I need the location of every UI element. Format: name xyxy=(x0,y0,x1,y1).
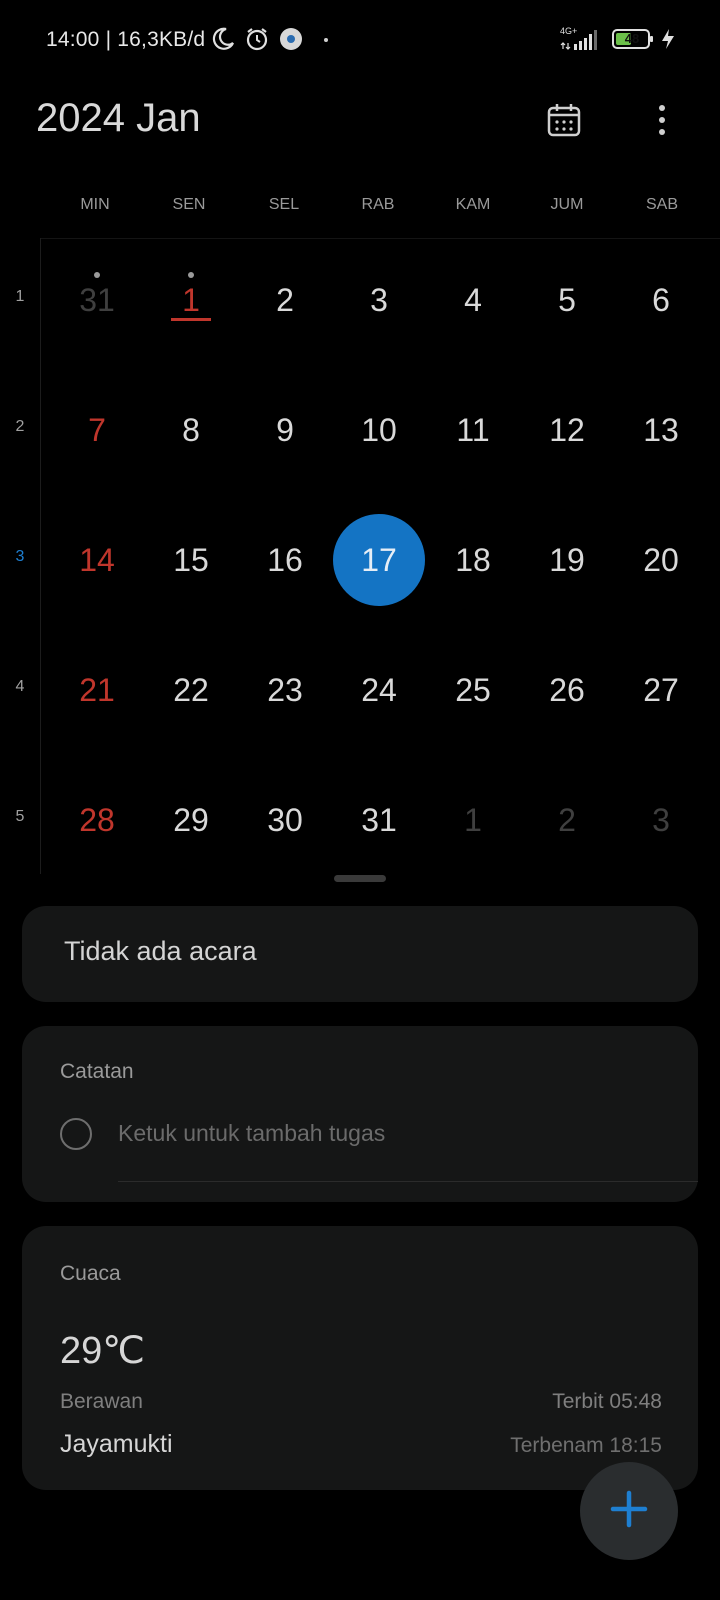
day-cell[interactable]: 12 xyxy=(520,383,614,477)
more-options-button[interactable] xyxy=(640,100,684,144)
day-cell[interactable]: 25 xyxy=(426,643,520,737)
weekday-label: SAB xyxy=(645,196,678,213)
week-number: 1 xyxy=(15,288,25,305)
weekday-label: MIN xyxy=(80,196,110,213)
day-cell[interactable]: 13 xyxy=(614,383,708,477)
day-cell[interactable]: 3 xyxy=(332,253,426,347)
day-cell[interactable]: 16 xyxy=(238,513,332,607)
day-cell-today[interactable]: 1 xyxy=(144,253,238,347)
sunrise-time: Terbit 05:48 xyxy=(552,1390,662,1413)
day-cell[interactable]: 8 xyxy=(144,383,238,477)
day-cell[interactable]: 4 xyxy=(426,253,520,347)
no-events-text: Tidak ada acara xyxy=(64,936,257,966)
dot-icon xyxy=(324,38,328,42)
day-cell[interactable]: 18 xyxy=(426,513,520,607)
day-cell[interactable]: 2 xyxy=(238,253,332,347)
status-time: 14:00 | 16,3KB/d xyxy=(46,28,206,51)
weekday-label: SEN xyxy=(172,196,206,213)
add-event-button[interactable] xyxy=(580,1462,678,1560)
notes-label: Catatan xyxy=(60,1060,134,1083)
plus-icon xyxy=(609,1489,649,1534)
task-checkbox[interactable] xyxy=(60,1118,92,1150)
day-cell[interactable]: 10 xyxy=(332,383,426,477)
day-cell[interactable]: 3 xyxy=(614,773,708,867)
signal-icon: 4G+ xyxy=(560,26,604,52)
day-cell[interactable]: 9 xyxy=(238,383,332,477)
charging-icon xyxy=(660,28,676,50)
drag-handle[interactable] xyxy=(334,875,386,882)
day-cell[interactable]: 5 xyxy=(520,253,614,347)
events-card[interactable]: Tidak ada acara xyxy=(22,906,698,1002)
week-number: 4 xyxy=(15,678,25,695)
alarm-icon xyxy=(244,26,270,52)
day-cell[interactable]: 7 xyxy=(50,383,144,477)
day-cell-selected[interactable]: 17 xyxy=(333,514,425,606)
notes-card: Catatan Ketuk untuk tambah tugas xyxy=(22,1026,698,1202)
battery-level: 48 xyxy=(624,31,640,46)
calendar-icon xyxy=(546,102,582,143)
day-cell[interactable]: 2 xyxy=(520,773,614,867)
day-cell[interactable]: 14 xyxy=(50,513,144,607)
weekday-label: KAM xyxy=(455,196,491,213)
day-cell[interactable]: 22 xyxy=(144,643,238,737)
week-number: 2 xyxy=(15,418,25,435)
week-column-divider xyxy=(40,238,41,874)
day-cell[interactable]: 28 xyxy=(50,773,144,867)
weather-card[interactable]: Cuaca 29℃ Berawan Jayamukti Terbit 05:48… xyxy=(22,1226,698,1490)
weekday-label: RAB xyxy=(361,196,395,213)
weekday-label: SEL xyxy=(268,196,300,213)
day-cell[interactable]: 19 xyxy=(520,513,614,607)
moon-icon xyxy=(210,26,236,52)
task-divider xyxy=(118,1181,698,1182)
day-cell[interactable]: 31 xyxy=(332,773,426,867)
today-indicator xyxy=(171,318,211,321)
day-cell[interactable]: 21 xyxy=(50,643,144,737)
day-cell[interactable]: 29 xyxy=(144,773,238,867)
network-type: 4G+ xyxy=(560,26,578,36)
day-cell[interactable]: 20 xyxy=(614,513,708,607)
calendar-view-button[interactable] xyxy=(542,100,586,144)
day-cell[interactable]: 30 xyxy=(238,773,332,867)
weather-location: Jayamukti xyxy=(60,1430,173,1458)
day-cell[interactable]: 11 xyxy=(426,383,520,477)
add-task-input[interactable]: Ketuk untuk tambah tugas xyxy=(118,1120,385,1147)
month-title[interactable]: 2024 Jan xyxy=(36,96,201,141)
weekday-header: MIN SEN SEL RAB KAM JUM SAB xyxy=(48,196,712,224)
day-cell[interactable]: 26 xyxy=(520,643,614,737)
app-notification-icon xyxy=(278,26,304,52)
weekday-label: JUM xyxy=(550,196,584,213)
day-cell[interactable]: 23 xyxy=(238,643,332,737)
battery-icon: 48 xyxy=(612,29,654,49)
grid-top-divider xyxy=(40,238,720,239)
week-number: 5 xyxy=(15,808,25,825)
weather-condition: Berawan xyxy=(60,1390,143,1413)
sunset-time: Terbenam 18:15 xyxy=(510,1434,662,1457)
day-cell[interactable]: 15 xyxy=(144,513,238,607)
weather-label: Cuaca xyxy=(60,1262,121,1285)
more-vertical-icon xyxy=(657,103,667,142)
status-bar: 14:00 | 16,3KB/d 4G+ 48 xyxy=(0,0,720,80)
day-cell[interactable]: 6 xyxy=(614,253,708,347)
day-cell[interactable]: 27 xyxy=(614,643,708,737)
week-number-current: 3 xyxy=(15,548,25,565)
day-cell[interactable]: 1 xyxy=(426,773,520,867)
temperature: 29℃ xyxy=(60,1330,145,1372)
day-cell[interactable]: 24 xyxy=(332,643,426,737)
day-cell[interactable]: 31 xyxy=(50,253,144,347)
